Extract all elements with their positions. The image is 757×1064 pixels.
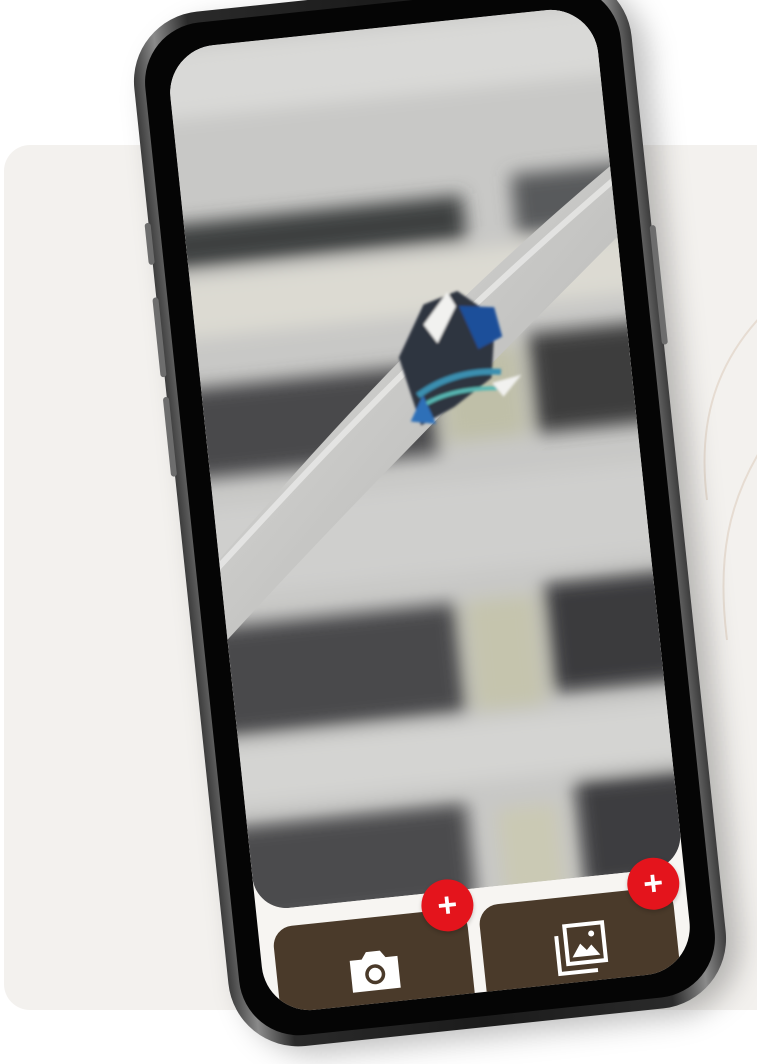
upload-toolbar: + + [271, 855, 683, 1015]
take-photo-button[interactable]: + [271, 876, 477, 1015]
stage: + + [0, 0, 757, 1064]
damaged-cable-photo [165, 5, 684, 912]
camera-icon [349, 950, 401, 993]
phone-screen: + + [165, 5, 695, 1015]
choose-from-gallery-button[interactable]: + [477, 855, 683, 1012]
gallery-icon [553, 920, 608, 977]
